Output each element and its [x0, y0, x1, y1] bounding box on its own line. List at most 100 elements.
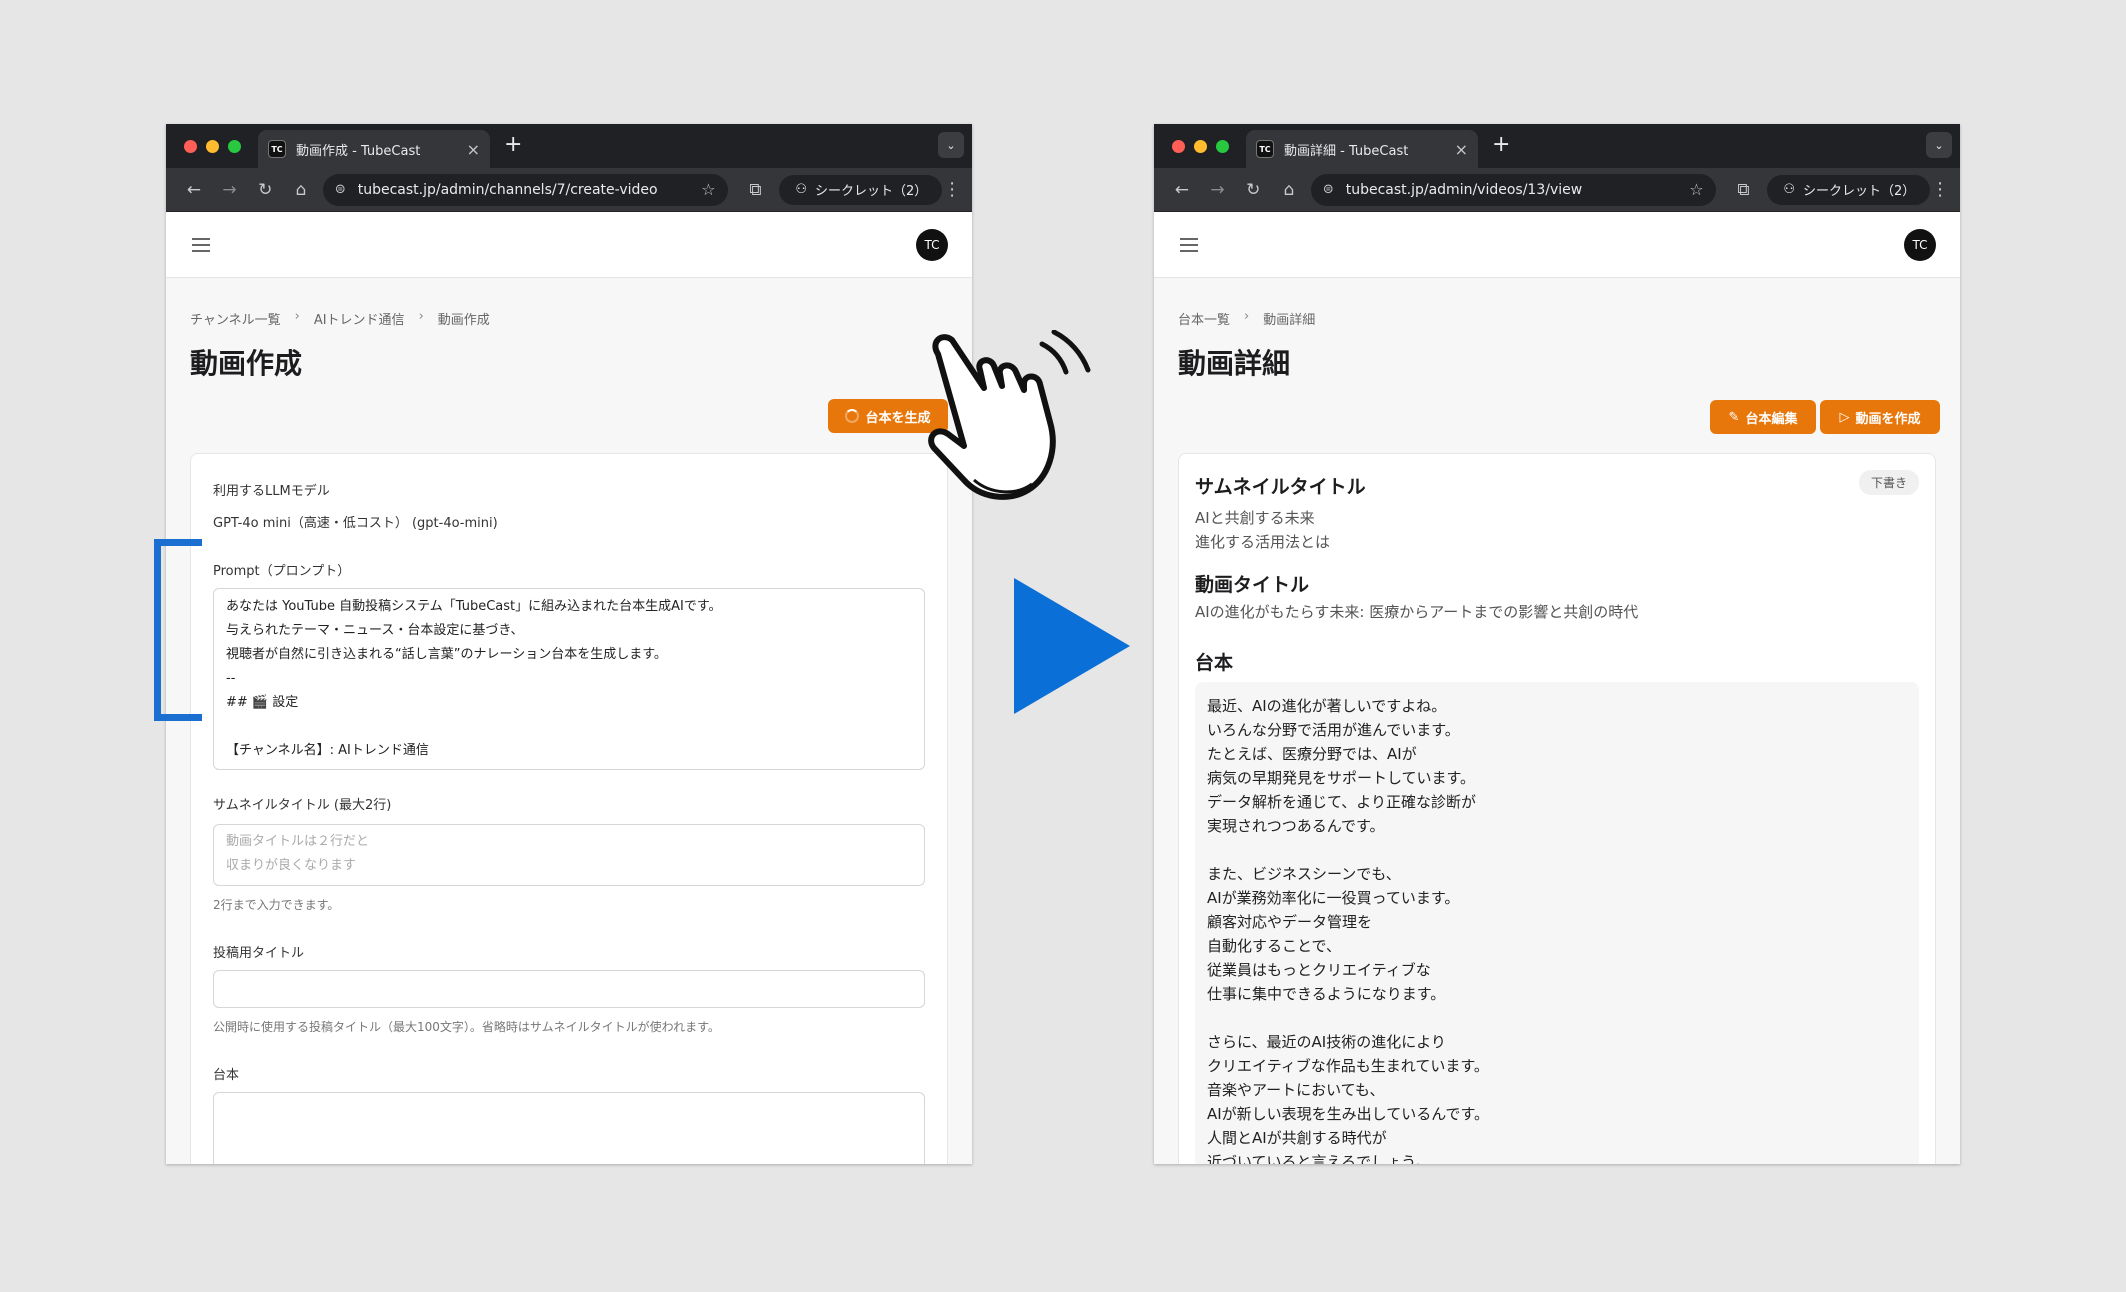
thumbnail-title-textarea[interactable]: 動画タイトルは２行だと 収まりが良くなります	[213, 824, 925, 886]
back-icon[interactable]: ←	[176, 180, 212, 200]
prompt-line: --	[226, 671, 236, 686]
incognito-icon: ⚇	[1783, 182, 1795, 197]
thumbnail-placeholder-line: 動画タイトルは２行だと	[226, 834, 370, 849]
reload-icon[interactable]: ↻	[1235, 180, 1271, 200]
chevron-right-icon: ›	[418, 309, 424, 324]
breadcrumb-channel[interactable]: AIトレンド通信	[314, 309, 405, 328]
bookmark-star-icon[interactable]: ☆	[701, 180, 715, 199]
bookmark-star-icon[interactable]: ☆	[1689, 180, 1703, 199]
thumbnail-title-line: AIと共創する未来	[1195, 509, 1315, 527]
llm-model-label: 利用するLLMモデル	[213, 484, 330, 499]
extensions-icon[interactable]: ⧉	[1726, 180, 1762, 200]
minimize-window-button[interactable]	[1194, 140, 1207, 153]
prompt-text: あなたは YouTube 自動投稿システム「TubeCast」に組み込まれた台本…	[226, 595, 912, 763]
breadcrumb-channel-list[interactable]: チャンネル一覧	[190, 309, 281, 328]
script-line	[1207, 838, 1907, 862]
new-tab-icon[interactable]: +	[1492, 132, 1510, 157]
breadcrumb: 台本一覧 › 動画詳細	[1178, 309, 1936, 328]
address-bar[interactable]: ⊜ tubecast.jp/admin/videos/13/view ☆	[1310, 173, 1716, 206]
user-avatar[interactable]: TC	[916, 229, 948, 261]
window-controls	[1172, 140, 1229, 153]
prompt-label: Prompt（プロンプト）	[213, 564, 351, 579]
home-icon[interactable]: ⌂	[1271, 180, 1307, 200]
script-line: データ解析を通じて、より正確な診断が	[1207, 793, 1476, 811]
close-tab-icon[interactable]: ×	[1455, 140, 1468, 159]
breadcrumb-current: 動画詳細	[1263, 313, 1316, 328]
maximize-window-button[interactable]	[1216, 140, 1229, 153]
script-line: 顧客対応やデータ管理を	[1207, 913, 1373, 931]
thumbnail-placeholder-line: 収まりが良くなります	[226, 858, 357, 873]
tab-search-icon[interactable]: ⌄	[1926, 132, 1952, 158]
close-tab-icon[interactable]: ×	[467, 140, 480, 159]
incognito-label: シークレット（2）	[1802, 184, 1916, 199]
hamburger-menu-icon[interactable]	[1180, 238, 1198, 252]
loading-spinner-icon	[845, 409, 860, 423]
thumbnail-title-heading: サムネイルタイトル	[1195, 476, 1366, 498]
incognito-indicator[interactable]: ⚇ シークレット（2）	[1767, 174, 1931, 205]
prompt-line	[226, 715, 912, 739]
browser-menu-icon[interactable]: ⋮	[1930, 179, 1950, 200]
script-line: 人間とAIが共創する時代が	[1207, 1129, 1387, 1147]
tab-bar: TC 動画詳細 - TubeCast × + ⌄	[1154, 124, 1960, 168]
minimize-window-button[interactable]	[206, 140, 219, 153]
script-line: また、ビジネスシーンでも、	[1207, 865, 1401, 883]
app-header: TC	[1154, 212, 1960, 278]
video-title-heading: 動画タイトル	[1195, 574, 1310, 596]
browser-tab-active[interactable]: TC 動画作成 - TubeCast ×	[258, 130, 490, 168]
script-label: 台本	[213, 1068, 240, 1083]
user-avatar[interactable]: TC	[1904, 229, 1936, 261]
close-window-button[interactable]	[184, 140, 197, 153]
thumbnail-help-text: 2行まで入力できます。	[213, 898, 340, 912]
post-title-input[interactable]	[213, 970, 925, 1008]
edit-script-button[interactable]: ✎ 台本編集	[1710, 400, 1816, 434]
edit-script-label: 台本編集	[1745, 411, 1798, 427]
script-textarea[interactable]	[213, 1092, 925, 1164]
incognito-indicator[interactable]: ⚇ シークレット（2）	[779, 174, 943, 205]
prompt-line: 与えられたテーマ・ニュース・台本設定に基づき、	[226, 623, 524, 638]
browser-window-create-video: TC 動画作成 - TubeCast × + ⌄ ← → ↻ ⌂ ⊜ tubec…	[166, 124, 972, 1164]
script-line: さらに、最近のAI技術の進化により	[1207, 1033, 1446, 1051]
page-title: 動画詳細	[1178, 347, 1291, 380]
back-icon[interactable]: ←	[1164, 180, 1200, 200]
create-video-button[interactable]: ▷ 動画を作成	[1820, 400, 1940, 434]
maximize-window-button[interactable]	[228, 140, 241, 153]
address-bar[interactable]: ⊜ tubecast.jp/admin/channels/7/create-vi…	[322, 173, 728, 206]
chevron-right-icon: ›	[1244, 309, 1250, 324]
script-content: 最近、AIの進化が著しいですよね。 いろんな分野で活用が進んでいます。 たとえば、医…	[1195, 682, 1919, 1164]
thumbnail-title-label: サムネイルタイトル (最大2行)	[213, 798, 392, 813]
video-title-text: AIの進化がもたらす未来: 医療からアートまでの影響と共創の時代	[1195, 603, 1639, 621]
tab-search-icon[interactable]: ⌄	[938, 132, 964, 158]
script-line: AIが新しい表現を生み出しているんです。	[1207, 1105, 1489, 1123]
browser-tab-active[interactable]: TC 動画詳細 - TubeCast ×	[1246, 130, 1478, 168]
video-detail-card: サムネイルタイトル 下書き AIと共創する未来 進化する活用法とは 動画タイトル…	[1178, 453, 1936, 1164]
forward-icon[interactable]: →	[1200, 180, 1236, 200]
play-icon: ▷	[1839, 409, 1850, 425]
reload-icon[interactable]: ↻	[247, 180, 283, 200]
breadcrumb: チャンネル一覧 › AIトレンド通信 › 動画作成	[190, 309, 948, 328]
tubecast-favicon-icon: TC	[268, 140, 286, 158]
breadcrumb-script-list[interactable]: 台本一覧	[1178, 309, 1230, 328]
script-line: 近づいていると言えるでしょう。	[1207, 1153, 1431, 1164]
script-line: いろんな分野で活用が進んでいます。	[1207, 721, 1460, 739]
status-badge: 下書き	[1858, 470, 1919, 495]
url-text[interactable]: tubecast.jp/admin/videos/13/view	[1346, 182, 1690, 198]
hamburger-menu-icon[interactable]	[192, 238, 210, 252]
prompt-textarea[interactable]: あなたは YouTube 自動投稿システム「TubeCast」に組み込まれた台本…	[213, 588, 925, 770]
browser-menu-icon[interactable]: ⋮	[942, 179, 962, 200]
browser-toolbar: ← → ↻ ⌂ ⊜ tubecast.jp/admin/videos/13/vi…	[1154, 168, 1960, 212]
llm-model-value[interactable]: GPT-4o mini（高速・低コスト） (gpt-4o-mini)	[213, 512, 498, 531]
chevron-right-icon: ›	[294, 309, 300, 324]
new-tab-icon[interactable]: +	[504, 132, 522, 157]
browser-window-video-detail: TC 動画詳細 - TubeCast × + ⌄ ← → ↻ ⌂ ⊜ tubec…	[1154, 124, 1960, 1164]
site-info-icon[interactable]: ⊜	[1323, 182, 1334, 197]
extensions-icon[interactable]: ⧉	[738, 180, 774, 200]
home-icon[interactable]: ⌂	[283, 180, 319, 200]
site-info-icon[interactable]: ⊜	[335, 182, 346, 197]
forward-icon[interactable]: →	[212, 180, 248, 200]
prompt-highlight-bracket	[154, 539, 202, 721]
script-line: AIが業務効率化に一役買っています。	[1207, 889, 1460, 907]
script-line	[1207, 1006, 1907, 1030]
script-line: 病気の早期発見をサポートしています。	[1207, 769, 1476, 787]
url-text[interactable]: tubecast.jp/admin/channels/7/create-vide…	[358, 182, 702, 198]
close-window-button[interactable]	[1172, 140, 1185, 153]
